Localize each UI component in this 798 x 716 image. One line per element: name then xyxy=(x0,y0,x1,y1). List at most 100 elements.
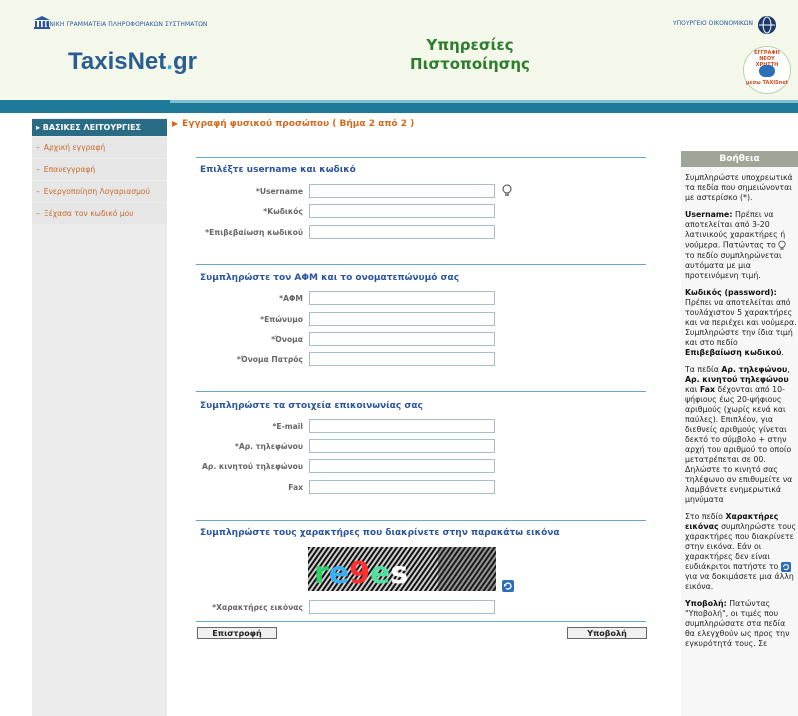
first-name-input[interactable] xyxy=(309,332,495,346)
help-submit-term: Υποβολή: xyxy=(685,599,727,608)
users-icon xyxy=(759,65,775,77)
captcha-glyph: e xyxy=(370,556,390,591)
sidebar-heading: ▸ ΒΑΣΙΚΕΣ ΛΕΙΤΟΥΡΓΙΕΣ xyxy=(32,119,167,136)
ministry-label: ΥΠΟΥΡΓΕΙΟ ΟΙΚΟΝΟΜΙΚΩΝ xyxy=(672,20,753,27)
password-confirm-label: *Επιβεβαίωση κωδικού xyxy=(205,228,303,237)
phone-label: *Αρ. τηλεφώνου xyxy=(234,442,303,451)
captcha-row: *Χαρακτήρες εικόνας xyxy=(196,600,646,616)
submit-button[interactable]: Υποβολή xyxy=(567,627,647,639)
help-phones-term-2: Αρ. κινητού τηλεφώνου xyxy=(685,375,789,384)
username-label: *Username xyxy=(255,187,303,196)
help-body: Συμπληρώστε υποχρεωτικά τα πεδία που σημ… xyxy=(685,173,797,656)
refresh-icon xyxy=(780,562,791,572)
identity-section-title: Συμπληρώστε τον ΑΦΜ και το ονοματεπώνυμό… xyxy=(200,273,460,283)
new-user-seal: ΕΓΓΡΑΦΗ ΝΕΟΥ ΧΡΗΣΤΗ μεσω TAXISnet xyxy=(743,46,791,94)
help-password: Κωδικός (password): Πρέπει να αποτελείτα… xyxy=(685,288,797,357)
password-row: *Κωδικός xyxy=(196,204,646,220)
suggest-username-bulb-icon[interactable] xyxy=(502,184,512,197)
credentials-section-title: Επιλέξτε username και κωδικό xyxy=(200,165,356,175)
captcha-glyph: r xyxy=(314,556,329,591)
help-submit: Υποβολή: Πατώντας "Υποβολή", οι τιμές πο… xyxy=(685,599,797,649)
brand-prefix: TaxisNet xyxy=(68,48,167,75)
father-name-label: *Όνομα Πατρός xyxy=(236,355,303,364)
help-password-term: Κωδικός (password): xyxy=(685,288,777,297)
brand-dot: . xyxy=(166,48,173,75)
help-phones-text: δέχονται από 10-ψήφιους έως 20-ψήφιους α… xyxy=(685,385,793,504)
captcha-glyph: 9 xyxy=(349,556,370,591)
help-intro: Συμπληρώστε υποχρεωτικά τα πεδία που σημ… xyxy=(685,173,793,202)
help-phones-pre: Τα πεδία xyxy=(685,365,719,374)
help-phones-term-1: Αρ. τηλεφώνου xyxy=(721,365,788,374)
password-confirm-row: *Επιβεβαίωση κωδικού xyxy=(196,225,646,241)
back-button[interactable]: Επιστροφή xyxy=(197,627,277,639)
globe-icon xyxy=(758,16,776,34)
fax-label: Fax xyxy=(288,483,303,492)
surname-input[interactable] xyxy=(309,312,495,326)
refresh-captcha-icon[interactable] xyxy=(502,580,514,592)
help-heading: Βοήθεια xyxy=(681,151,798,167)
brand-suffix: gr xyxy=(172,48,197,75)
help-password-text: Πρέπει να αποτελείται από τουλάχιστον 5 … xyxy=(685,298,797,347)
first-name-label: *Όνομα xyxy=(271,335,303,344)
afm-input[interactable] xyxy=(309,291,495,305)
section-divider xyxy=(196,157,646,158)
password-confirm-input[interactable] xyxy=(309,225,495,239)
seal-caption: μεσω TAXISnet xyxy=(746,80,788,86)
sidebar-item-reregistration[interactable]: Επανεγγραφή xyxy=(32,159,167,180)
sidebar-item-account-activation[interactable]: Ενεργοποίηση Λογαριασμού xyxy=(32,181,167,202)
captcha-text: re9es xyxy=(314,556,408,591)
help-captcha-text-b: για να δοκιμάσετε μια άλλη εικόνα. xyxy=(685,572,794,591)
password-input[interactable] xyxy=(309,204,495,218)
surname-label: *Επώνυμο xyxy=(260,315,303,324)
help-username-term: Username: xyxy=(685,210,733,219)
father-name-input[interactable] xyxy=(309,352,495,366)
help-username: Username: Πρέπει να αποτελείται από 3-20… xyxy=(685,210,797,281)
mobile-label: Αρ. κινητού τηλεφώνου xyxy=(202,462,303,471)
password-label: *Κωδικός xyxy=(263,207,303,216)
taxisnet-logo[interactable]: TaxisNet.gr xyxy=(68,48,197,76)
registration-step-title: Εγγραφή φυσικού προσώπου ( Βήμα 2 από 2 … xyxy=(172,119,414,129)
mobile-input[interactable] xyxy=(309,459,495,473)
phone-input[interactable] xyxy=(309,439,495,453)
title-line-1: Υπηρεσίες xyxy=(426,36,514,54)
afm-label: *ΑΦΜ xyxy=(279,294,303,303)
help-captcha: Στο πεδίο Χαρακτήρες εικόνας συμπληρώστε… xyxy=(685,512,797,592)
page-title: Υπηρεσίες Πιστοποίησης xyxy=(390,36,550,74)
site-header: ΓΕΝΙΚΗ ΓΡΑΜΜΑΤΕΙΑ ΠΛΗΡΟΦΟΡΙΑΚΩΝ ΣΥΣΤΗΜΑΤ… xyxy=(0,0,798,100)
email-label: *E-mail xyxy=(272,422,303,431)
surname-row: *Επώνυμο xyxy=(196,312,646,328)
captcha-glyph: e xyxy=(329,556,349,591)
section-divider xyxy=(196,264,646,265)
captcha-label: *Χαρακτήρες εικόνας xyxy=(212,603,303,612)
section-divider xyxy=(196,621,646,622)
gsis-label: ΓΕΝΙΚΗ ΓΡΑΜΜΑΤΕΙΑ ΠΛΗΡΟΦΟΡΙΑΚΩΝ ΣΥΣΤΗΜΑΤ… xyxy=(42,21,208,28)
section-divider xyxy=(196,391,646,392)
sidebar-item-forgot-password[interactable]: Ξέχασα τον κωδικό μου xyxy=(32,203,167,224)
father-name-row: *Όνομα Πατρός xyxy=(196,352,646,368)
captcha-section-title: Συμπληρώστε τους χαρακτήρες που διακρίνε… xyxy=(200,528,560,538)
email-row: *E-mail xyxy=(196,419,646,435)
sidebar-item-initial-registration[interactable]: Αρχική εγγραφή xyxy=(32,137,167,158)
first-name-row: *Όνομα xyxy=(196,332,646,348)
username-row: *Username xyxy=(196,184,646,200)
contact-section-title: Συμπληρώστε τα στοιχεία επικοινωνίας σας xyxy=(200,401,423,411)
section-divider xyxy=(196,520,646,521)
header-bar-highlight xyxy=(170,100,798,103)
title-line-2: Πιστοποίησης xyxy=(410,55,530,73)
email-input[interactable] xyxy=(309,419,495,433)
help-panel: Συμπληρώστε υποχρεωτικά τα πεδία που σημ… xyxy=(681,151,798,716)
afm-row: *ΑΦΜ xyxy=(196,291,646,307)
help-captcha-pre: Στο πεδίο xyxy=(685,512,723,521)
captcha-input[interactable] xyxy=(309,600,495,614)
help-username-text-b: το πεδίο συμπληρώνεται αυτόματα με μια π… xyxy=(685,251,782,280)
help-password-confirm-term: Επιβεβαίωση κωδικού xyxy=(685,348,782,357)
fax-row: Fax xyxy=(196,480,646,496)
username-input[interactable] xyxy=(309,184,495,198)
phone-row: *Αρ. τηλεφώνου xyxy=(196,439,646,455)
captcha-image: re9es xyxy=(308,547,496,591)
bulb-icon xyxy=(778,240,786,250)
mobile-row: Αρ. κινητού τηλεφώνου xyxy=(196,459,646,475)
help-phones-term-3: Fax xyxy=(699,385,716,394)
fax-input[interactable] xyxy=(309,480,495,494)
help-phones-and: και xyxy=(685,385,698,394)
